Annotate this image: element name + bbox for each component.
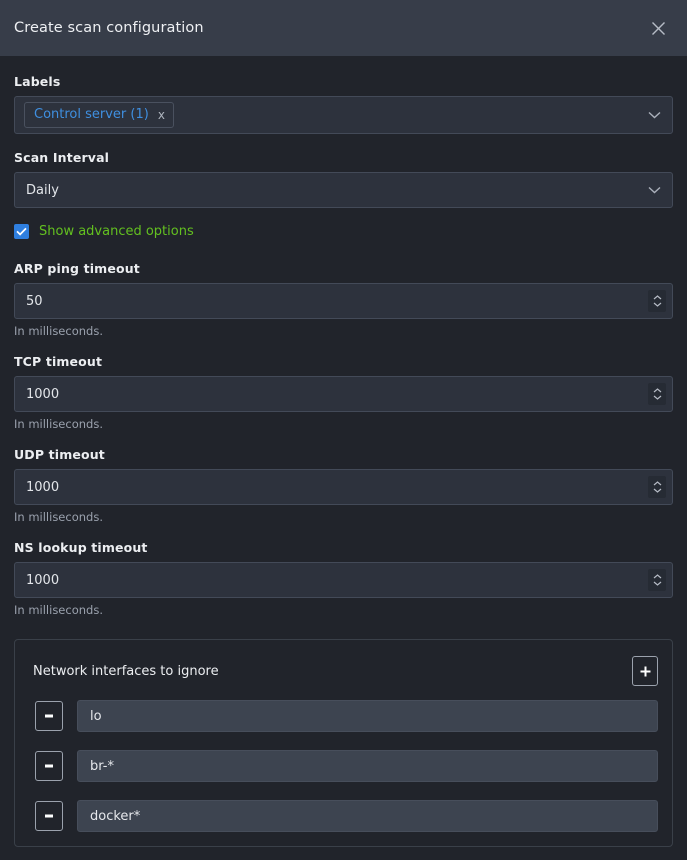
scan-interval-select[interactable]: Daily	[14, 172, 673, 208]
network-interfaces-title: Network interfaces to ignore	[33, 663, 219, 679]
tcp-timeout-value: 1000	[26, 386, 60, 402]
network-interfaces-panel: Network interfaces to ignore lo br-* doc…	[14, 639, 673, 847]
tcp-timeout-input[interactable]: 1000	[14, 376, 673, 412]
tcp-timeout-help: In milliseconds.	[14, 417, 103, 431]
interface-input[interactable]: docker*	[77, 800, 658, 832]
arp-ping-timeout-label: ARP ping timeout	[14, 261, 140, 276]
number-stepper[interactable]	[648, 383, 666, 405]
arp-ping-timeout-value: 50	[26, 293, 43, 309]
interface-input[interactable]: br-*	[77, 750, 658, 782]
labels-label: Labels	[14, 74, 61, 89]
ns-lookup-timeout-field: NS lookup timeout 1000 In milliseconds.	[14, 540, 673, 617]
arp-ping-timeout-input[interactable]: 50	[14, 283, 673, 319]
labels-multiselect[interactable]: Control server (1) x	[14, 96, 673, 134]
udp-timeout-help: In milliseconds.	[14, 510, 103, 524]
scan-interval-label: Scan Interval	[14, 150, 110, 165]
ns-lookup-timeout-help: In milliseconds.	[14, 603, 103, 617]
label-chip-text: Control server (1)	[34, 107, 149, 122]
chevron-down-icon[interactable]	[648, 111, 661, 119]
ns-lookup-timeout-label: NS lookup timeout	[14, 540, 148, 555]
arp-ping-timeout-help: In milliseconds.	[14, 324, 103, 338]
remove-interface-button[interactable]	[35, 801, 63, 831]
tcp-timeout-field: TCP timeout 1000 In milliseconds.	[14, 354, 673, 431]
add-interface-button[interactable]	[632, 656, 658, 686]
ns-lookup-timeout-value: 1000	[26, 572, 60, 588]
show-advanced-options-label: Show advanced options	[39, 224, 194, 239]
dialog-header: Create scan configuration	[0, 0, 687, 56]
network-interfaces-header: Network interfaces to ignore	[29, 656, 658, 686]
labels-field: Labels Control server (1) x	[14, 74, 673, 134]
checkbox-checked-icon[interactable]	[14, 224, 29, 239]
interface-input[interactable]: lo	[77, 700, 658, 732]
arp-ping-timeout-field: ARP ping timeout 50 In milliseconds.	[14, 261, 673, 338]
label-chip-remove-icon[interactable]: x	[158, 109, 165, 121]
number-stepper[interactable]	[648, 569, 666, 591]
show-advanced-options-checkbox[interactable]: Show advanced options	[14, 224, 673, 239]
udp-timeout-field: UDP timeout 1000 In milliseconds.	[14, 447, 673, 524]
label-chip[interactable]: Control server (1) x	[24, 102, 174, 128]
scan-interval-field: Scan Interval Daily	[14, 150, 673, 208]
interface-row: docker*	[29, 800, 658, 832]
number-stepper[interactable]	[648, 290, 666, 312]
dialog-body: Labels Control server (1) x Scan Interva…	[0, 56, 687, 860]
scan-interval-value: Daily	[26, 182, 59, 198]
page-title: Create scan configuration	[14, 20, 204, 36]
chevron-down-icon[interactable]	[648, 186, 661, 194]
udp-timeout-value: 1000	[26, 479, 60, 495]
tcp-timeout-label: TCP timeout	[14, 354, 103, 369]
remove-interface-button[interactable]	[35, 751, 63, 781]
ns-lookup-timeout-input[interactable]: 1000	[14, 562, 673, 598]
number-stepper[interactable]	[648, 476, 666, 498]
interface-row: br-*	[29, 750, 658, 782]
udp-timeout-input[interactable]: 1000	[14, 469, 673, 505]
interface-row: lo	[29, 700, 658, 732]
close-icon[interactable]	[645, 15, 671, 41]
udp-timeout-label: UDP timeout	[14, 447, 105, 462]
remove-interface-button[interactable]	[35, 701, 63, 731]
